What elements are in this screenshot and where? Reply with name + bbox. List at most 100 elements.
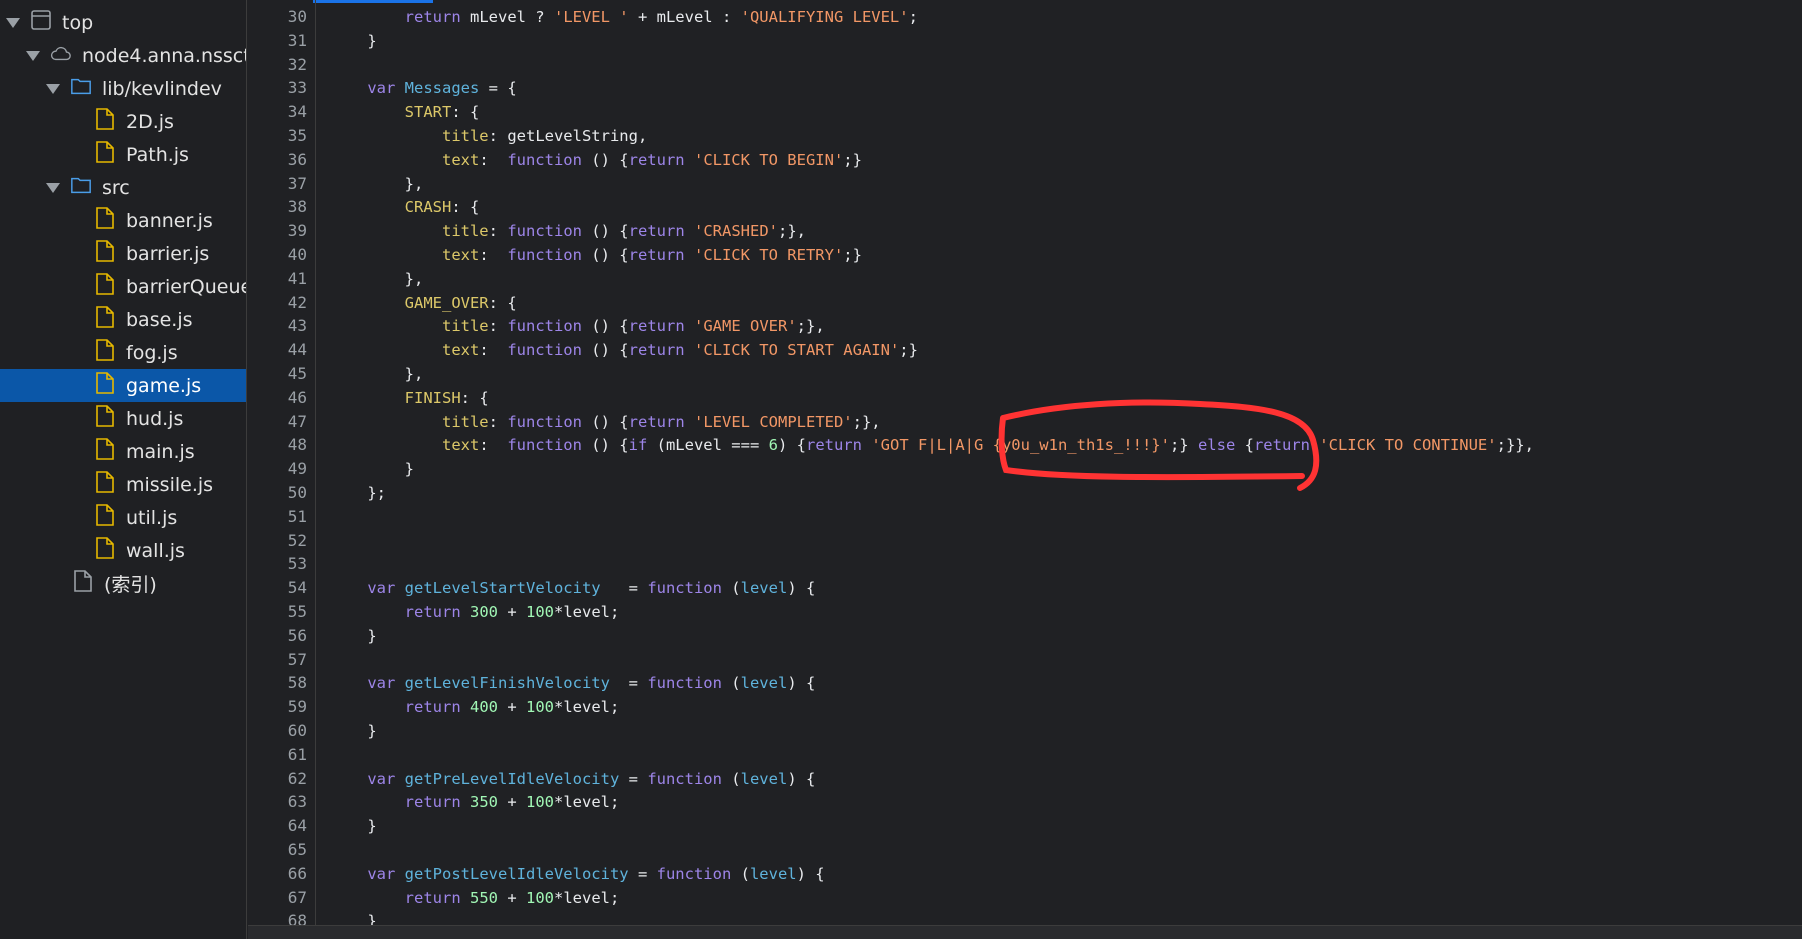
code-token: 'QUALIFYING LEVEL' [740, 8, 909, 26]
code-line: } [330, 719, 377, 743]
tree-item[interactable]: node4.anna.nssctf. [0, 39, 247, 72]
expand-arrow-icon[interactable] [26, 50, 40, 61]
tree-item[interactable]: Path.js [0, 138, 246, 171]
tree-item[interactable]: barrier.js [0, 237, 246, 270]
file-icon [94, 404, 126, 433]
editor-tab-indicator [313, 0, 433, 3]
line-number: 41 [287, 268, 307, 288]
tree-item-label: wall.js [126, 539, 185, 562]
tree-item[interactable]: hud.js [0, 402, 246, 435]
code-line: GAME_OVER: { [330, 291, 517, 315]
code-token: return [628, 246, 685, 264]
code-line: title: getLevelString, [330, 124, 647, 148]
expand-arrow-icon[interactable] [46, 182, 60, 193]
code-token: level [749, 864, 797, 883]
code-token: : { [451, 198, 480, 217]
line-number: 33 [287, 78, 307, 98]
tree-item-label: 2D.js [126, 110, 174, 133]
horizontal-scrollbar[interactable] [248, 925, 1802, 939]
tree-item[interactable]: lib/kevlindev [0, 72, 246, 105]
code-token: function [507, 412, 582, 431]
code-token: ;}, [852, 412, 881, 431]
code-token: ( [721, 579, 741, 598]
code-token: GAME_OVER [404, 293, 489, 312]
code-editor[interactable]: 30 31 32 33 34 35 36 37 38 39 40 41 42 43 44 45 46 47 48 49… [248, 0, 1802, 925]
tree-item-label: Path.js [126, 143, 189, 166]
code-token: } [330, 722, 377, 740]
code-token: return [404, 8, 461, 26]
code-token: getLevelFinishVelocity [404, 674, 610, 693]
code-token: }; [330, 484, 386, 502]
code-token: 'CRASHED' [694, 222, 778, 241]
tree-item[interactable]: wall.js [0, 534, 246, 567]
tree-item[interactable]: barrierQueue.js [0, 270, 246, 303]
tree-item[interactable]: missile.js [0, 468, 246, 501]
code-token: () { [581, 436, 629, 455]
tree-item-label: hud.js [126, 407, 184, 430]
code-line: }; [330, 481, 386, 505]
tree-item[interactable]: (索引) [0, 567, 246, 600]
code-token: : [479, 150, 508, 169]
line-number: 67 [287, 887, 307, 907]
code-token: } [330, 912, 377, 925]
tree-item[interactable]: game.js [0, 369, 246, 402]
line-number: 47 [287, 411, 307, 431]
code-token: + mLevel : [628, 8, 741, 26]
code-token: : getLevelString, [488, 127, 648, 145]
code-line: var getLevelStartVelocity = function (le… [330, 576, 815, 600]
code-token: ( [721, 769, 741, 788]
line-number: 68 [287, 911, 307, 925]
code-token: 'CLICK TO RETRY' [693, 246, 844, 264]
tree-item-label: top [62, 11, 94, 34]
tree-item[interactable]: 2D.js [0, 105, 246, 138]
code-token: ) { [777, 436, 806, 455]
code-token: () { [581, 317, 629, 336]
code-token: function [656, 864, 732, 883]
expand-arrow-icon[interactable] [6, 17, 20, 28]
line-number: 46 [287, 387, 307, 407]
code-token: } [330, 460, 414, 479]
tree-item[interactable]: top [0, 6, 246, 39]
tree-item-label: src [102, 176, 130, 199]
code-token: mLevel ? [460, 8, 554, 26]
tree-item[interactable]: banner.js [0, 204, 246, 237]
code-token: () { [581, 222, 629, 241]
code-token: var [367, 79, 396, 98]
line-number: 60 [287, 721, 307, 740]
code-token: level [740, 579, 788, 598]
code-token: level [740, 769, 788, 788]
tree-item[interactable]: fog.js [0, 336, 246, 369]
tree-item-label: fog.js [126, 341, 178, 364]
code-token: ( [731, 864, 750, 883]
code-token: () { [581, 150, 629, 169]
code-token: getLevelStartVelocity [404, 579, 601, 598]
code-token: return [628, 317, 685, 336]
code-token: text [441, 150, 480, 169]
tree-item-label: node4.anna.nssctf. [82, 44, 247, 67]
code-token: ) { [787, 769, 816, 788]
expand-arrow-icon[interactable] [46, 83, 60, 94]
tree-item[interactable]: base.js [0, 303, 246, 336]
code-token: 'CLICK TO START AGAIN' [693, 341, 900, 360]
code-token: ) { [787, 674, 816, 693]
code-token: getPostLevelIdleVelocity [404, 864, 629, 883]
frame-icon [30, 8, 62, 37]
code-token: *level; [554, 793, 620, 812]
code-token: ;} [899, 341, 918, 360]
line-number: 30 [287, 7, 307, 26]
tree-item[interactable]: src [0, 171, 246, 204]
code-token: } [330, 817, 377, 836]
tree-item[interactable]: util.js [0, 501, 246, 534]
code-line: }, [330, 172, 424, 196]
tree-item[interactable]: main.js [0, 435, 246, 468]
code-line: } [330, 624, 376, 648]
code-token: title [441, 222, 489, 241]
code-line: FINISH: { [330, 386, 489, 410]
